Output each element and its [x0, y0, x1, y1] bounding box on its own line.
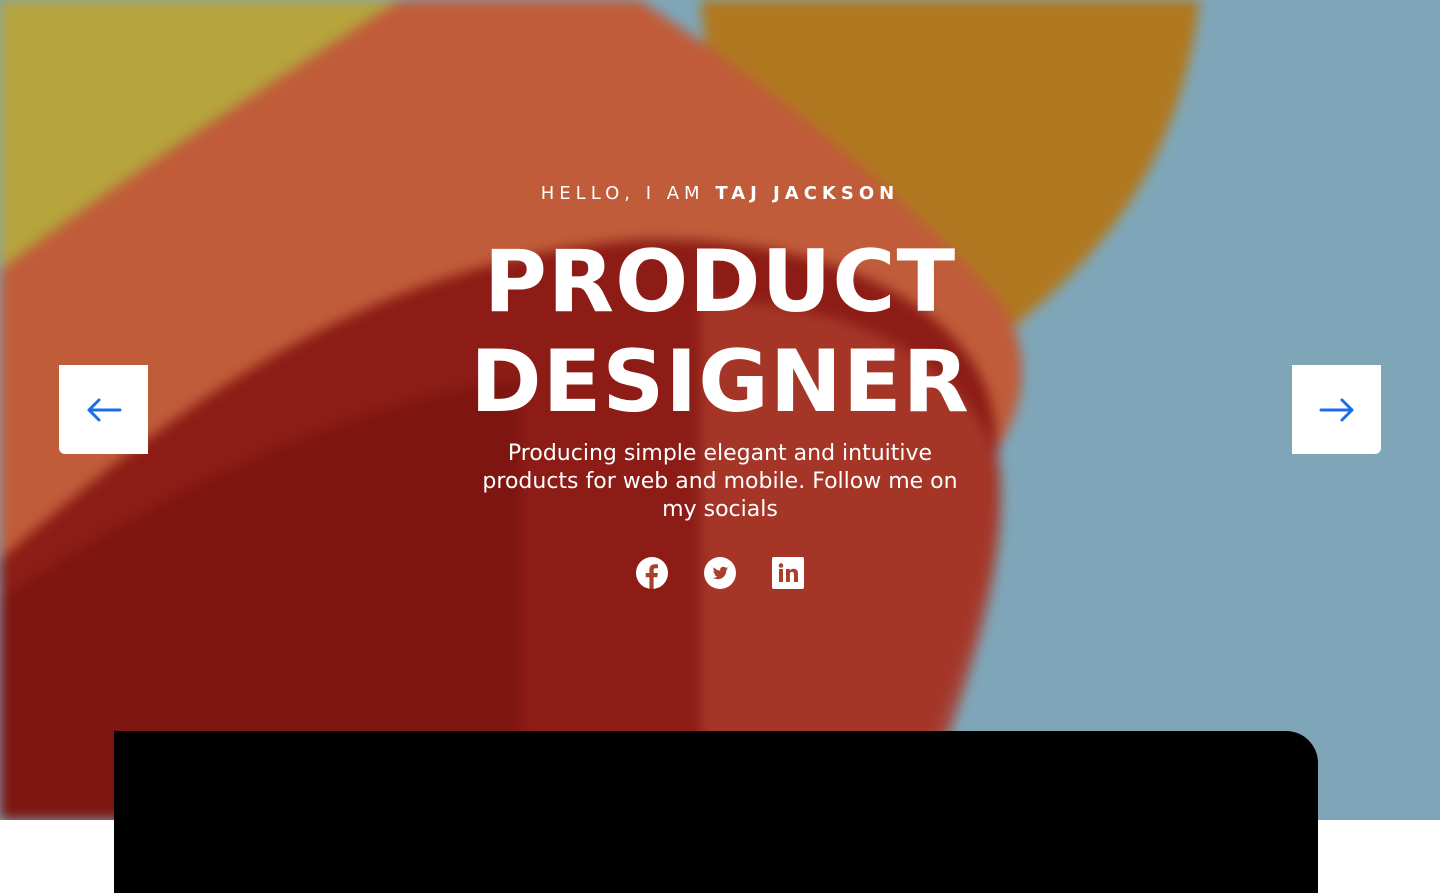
hero-subtitle: Producing simple elegant and intuitive p…: [482, 441, 958, 522]
greeting-name: TAJ JACKSON: [715, 183, 900, 204]
hero-title: PRODUCT DESIGNER: [0, 232, 1440, 432]
linkedin-icon: [772, 557, 804, 589]
hero-section: HELLO, I AM TAJ JACKSON PRODUCT DESIGNER…: [0, 0, 1440, 820]
previous-slide-button[interactable]: [59, 365, 148, 454]
social-links: [0, 557, 1440, 589]
arrow-left-icon: [87, 398, 121, 421]
hero-greeting: HELLO, I AM TAJ JACKSON: [0, 183, 1440, 204]
greeting-prefix: HELLO, I AM: [540, 183, 705, 204]
twitter-icon: [704, 557, 736, 589]
next-slide-button[interactable]: [1292, 365, 1381, 454]
title-line-1: PRODUCT: [483, 232, 957, 332]
facebook-icon: [636, 557, 668, 589]
video-placeholder: [114, 731, 1318, 893]
facebook-link[interactable]: [636, 557, 668, 589]
twitter-link[interactable]: [704, 557, 736, 589]
linkedin-link[interactable]: [772, 557, 804, 589]
title-line-2: DESIGNER: [470, 332, 970, 432]
arrow-right-icon: [1319, 398, 1353, 421]
